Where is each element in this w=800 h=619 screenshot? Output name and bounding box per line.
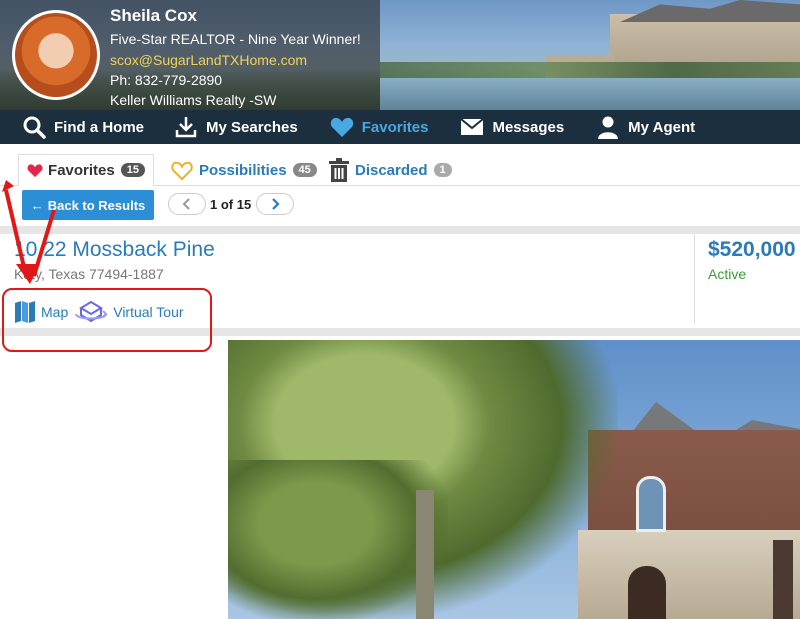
user-icon [598, 116, 619, 139]
chevron-right-icon [272, 198, 280, 210]
tab-favorites[interactable]: Favorites 15 [18, 154, 154, 186]
previous-listing-button[interactable] [168, 193, 206, 215]
listing-address: 10 22 Mossback Pine [14, 238, 215, 261]
nav-favorites-label: Favorites [361, 118, 429, 136]
search-icon [23, 116, 46, 139]
heart-outline-icon [171, 161, 193, 180]
tab-discarded[interactable]: Discarded 1 [320, 154, 460, 186]
agent-phone: Ph: 832-779-2890 [110, 72, 223, 88]
listing-price: $520,000 [708, 238, 796, 261]
photo-tree-trunk [416, 490, 434, 619]
banner-roof-image [620, 0, 800, 22]
chevron-left-icon [182, 198, 190, 210]
trash-icon [329, 158, 349, 182]
heart-icon [330, 117, 353, 137]
nav-messages-label: Messages [492, 118, 565, 136]
envelope-icon [460, 118, 485, 135]
pager-text: 1 of 15 [210, 197, 252, 212]
tab-discarded-count: 1 [433, 163, 452, 177]
tab-favorites-label: Favorites [48, 161, 115, 179]
next-listing-button[interactable] [256, 193, 294, 215]
section-divider [0, 226, 800, 234]
nav-messages[interactable]: Messages [452, 110, 572, 144]
back-to-results-button[interactable]: ← Back to Results [22, 190, 154, 220]
nav-find-home[interactable]: Find a Home [14, 110, 152, 144]
agent-email-link[interactable]: scox@SugarLandTXHome.com [110, 52, 307, 68]
photo-window [636, 476, 666, 532]
agent-avatar [12, 10, 100, 100]
photo-tree-2 [228, 460, 448, 619]
agent-info-panel: Sheila Cox Five-Star REALTOR - Nine Year… [0, 0, 380, 110]
agent-brokerage: Keller Williams Realty -SW [110, 92, 277, 108]
agent-name: Sheila Cox [110, 6, 197, 25]
main-nav: Find a Home My Searches Favorites Messag… [0, 110, 800, 144]
tab-possibilities-label: Possibilities [199, 161, 287, 179]
heart-icon [27, 163, 43, 177]
nav-my-searches-label: My Searches [206, 118, 298, 136]
listing-status: Active [708, 266, 747, 282]
nav-my-agent-label: My Agent [628, 118, 696, 136]
listing-city-state: Katy, Texas 77494-1887 [14, 266, 164, 282]
listing-photo[interactable] [228, 340, 800, 619]
tab-discarded-label: Discarded [355, 161, 428, 179]
header-banner: Sheila Cox Five-Star REALTOR - Nine Year… [0, 0, 800, 110]
nav-favorites[interactable]: Favorites [322, 110, 437, 144]
nav-find-home-label: Find a Home [54, 118, 145, 136]
tab-possibilities[interactable]: Possibilities 45 [162, 154, 325, 186]
tab-possibilities-count: 45 [292, 163, 317, 177]
arrow-left-icon: ← [30, 197, 44, 213]
banner-lake [380, 78, 800, 110]
nav-my-searches[interactable]: My Searches [166, 110, 306, 144]
agent-title: Five-Star REALTOR - Nine Year Winner! [110, 31, 361, 47]
vertical-divider [694, 234, 695, 324]
photo-shutter [773, 540, 793, 619]
favorites-tabs: Favorites 15 Possibilities 45 Discarded … [0, 144, 800, 186]
highlight-box [2, 288, 212, 352]
nav-my-agent[interactable]: My Agent [588, 110, 703, 144]
results-toolbar: ← Back to Results 1 of 15 [0, 186, 800, 226]
download-icon [175, 117, 197, 138]
back-to-results-label: Back to Results [47, 197, 146, 213]
tab-favorites-count: 15 [120, 163, 145, 177]
photo-door [628, 566, 666, 619]
